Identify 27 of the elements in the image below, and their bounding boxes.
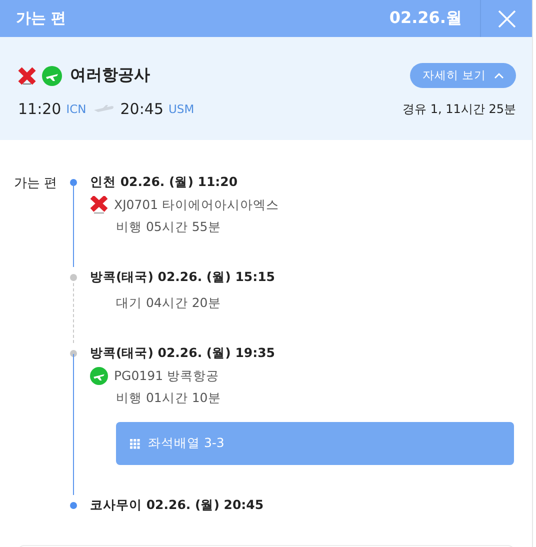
close-icon [498, 10, 516, 28]
plane-logo-icon [42, 66, 62, 86]
duration-text: 비행 05시간 55분 [115, 218, 222, 236]
timeline-label: 가는 편 [14, 176, 58, 191]
x-logo-icon [90, 196, 108, 214]
arrive-code: USM [168, 102, 194, 116]
stop-place-time: 코사무이 02.26. (월) 20:45 [90, 496, 265, 514]
stop-place-time: 방콕(태국) 02.26. (월) 19:35 [90, 344, 276, 362]
details-button[interactable]: 자세히 보기 [410, 63, 516, 88]
plane-logo-icon [90, 367, 108, 385]
flight-info: PG0191 방콕항공 [114, 367, 220, 385]
arrive-time: 20:45 [120, 100, 164, 118]
stop-place-time: 인천 02.26. (월) 11:20 [90, 173, 239, 191]
depart-code: ICN [66, 102, 86, 116]
depart-time: 11:20 [18, 100, 62, 118]
flight-info: XJ0701 타이에어아시아엑스 [114, 196, 280, 214]
duration-text: 비행 01시간 10분 [115, 389, 222, 407]
stop-place-time: 방콕(태국) 02.26. (월) 15:15 [90, 268, 276, 286]
header-title: 가는 편 [15, 9, 68, 28]
seat-layout-button[interactable]: 좌석배열 3-3 [116, 422, 514, 465]
x-logo-icon [18, 66, 36, 84]
plane-icon [93, 104, 116, 114]
header-date: 02.26.월 [389, 8, 463, 29]
airline-name: 여러항공사 [70, 65, 151, 86]
grid-icon [130, 438, 140, 448]
trip-duration: 경유 1, 11시간 25분 [402, 100, 516, 118]
duration-text: 대기 04시간 20분 [115, 294, 222, 312]
